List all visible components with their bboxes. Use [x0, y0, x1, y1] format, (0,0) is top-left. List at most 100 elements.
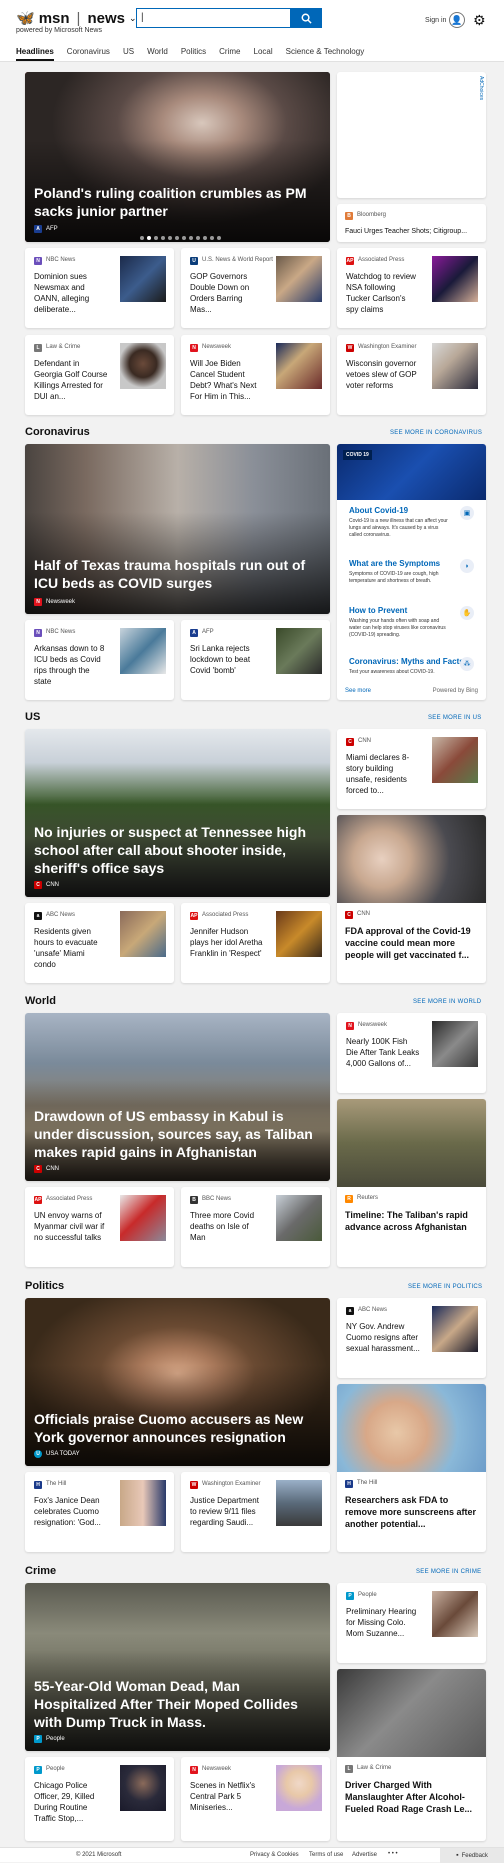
privacy-link[interactable]: Privacy & Cookies	[250, 1852, 299, 1858]
covid-info-item[interactable]: What are the Symptoms Symptoms of COVID-…	[343, 553, 480, 597]
ad-title[interactable]: Fauci Urges Teacher Shots; Citigroup...	[345, 228, 467, 235]
world-side-card[interactable]: N Newsweek Nearly 100K Fish Die After Tan…	[337, 1013, 486, 1093]
card-title[interactable]: Nearly 100K Fish Die After Tank Leaks 4,…	[346, 1036, 420, 1069]
card-title[interactable]: Arkansas down to 8 ICU beds as Covid rip…	[34, 643, 108, 687]
adchoices-tag[interactable]: AdChoices	[478, 76, 484, 100]
carousel-dot[interactable]	[217, 236, 221, 240]
see-more-us-link[interactable]: SEE MORE IN US	[428, 715, 482, 721]
nav-us[interactable]: US	[123, 47, 134, 61]
card-title[interactable]: Driver Charged With Manslaughter After A…	[345, 1779, 478, 1815]
us-side-card[interactable]: C CNN Miami declares 8-story building uns…	[337, 729, 486, 809]
carousel-dot-active[interactable]	[147, 236, 151, 240]
ad-story-card[interactable]: B Bloomberg Fauci Urges Teacher Shots; C…	[337, 204, 486, 242]
advertise-link[interactable]: Advertise	[352, 1852, 377, 1858]
msn-logo[interactable]: 🦋 msn | news ⌄	[16, 9, 137, 28]
covid-info-item[interactable]: About Covid-19 Covid-19 is a new illness…	[343, 500, 480, 550]
carousel-dot[interactable]	[168, 236, 172, 240]
coronavirus-hero-card[interactable]: Half of Texas trauma hospitals run out o…	[25, 444, 330, 614]
crime-tall-card[interactable]: L Law & Crime Driver Charged With Manslau…	[337, 1669, 486, 1841]
card-title[interactable]: Timeline: The Taliban's rapid advance ac…	[345, 1209, 478, 1233]
carousel-dot[interactable]	[154, 236, 158, 240]
card-title[interactable]: Watchdog to review NSA following Tucker …	[346, 271, 420, 315]
see-more-politics-link[interactable]: SEE MORE IN POLITICS	[408, 1284, 482, 1290]
card-title[interactable]: Three more Covid deaths on Isle of Man	[190, 1210, 264, 1243]
hero-title[interactable]: Drawdown of US embassy in Kabul is under…	[34, 1107, 320, 1161]
see-more-coronavirus-link[interactable]: SEE MORE IN CORONAVIRUS	[390, 430, 482, 436]
card-title[interactable]: Sri Lanka rejects lockdown to beat Covid…	[190, 643, 264, 676]
us-tall-card[interactable]: C CNN FDA approval of the Covid-19 vaccin…	[337, 815, 486, 983]
carousel-dot[interactable]	[175, 236, 179, 240]
card-title[interactable]: Jennifer Hudson plays her idol Aretha Fr…	[190, 926, 264, 959]
us-card[interactable]: AP Associated Press Jennifer Hudson plays…	[181, 903, 330, 983]
politics-side-card[interactable]: a ABC News NY Gov. Andrew Cuomo resigns a…	[337, 1298, 486, 1378]
crime-side-card[interactable]: P People Preliminary Hearing for Missing …	[337, 1583, 486, 1663]
carousel-dot[interactable]	[161, 236, 165, 240]
search-button[interactable]	[290, 8, 322, 28]
us-card[interactable]: a ABC News Residents given hours to evacu…	[25, 903, 174, 983]
crime-card[interactable]: P People Chicago Police Officer, 29, Kill…	[25, 1757, 174, 1841]
politics-tall-card[interactable]: H The Hill Researchers ask FDA to remove …	[337, 1384, 486, 1552]
card-title[interactable]: FDA approval of the Covid-19 vaccine cou…	[345, 925, 478, 961]
card-title[interactable]: Wisconsin governor vetoes slew of GOP vo…	[346, 358, 420, 391]
headline-card[interactable]: N NBC News Dominion sues Newsmax and OANN…	[25, 248, 174, 328]
nav-crime[interactable]: Crime	[219, 47, 240, 61]
hero-title[interactable]: Half of Texas trauma hospitals run out o…	[34, 556, 320, 592]
sign-in-link[interactable]: Sign in	[425, 17, 446, 24]
covid-info-item[interactable]: How to Prevent Washing your hands often …	[343, 600, 480, 648]
hero-title[interactable]: No injuries or suspect at Tennessee high…	[34, 823, 320, 877]
world-card[interactable]: B BBC News Three more Covid deaths on Isl…	[181, 1187, 330, 1267]
carousel-dot[interactable]	[182, 236, 186, 240]
covid-see-more-link[interactable]: See more	[345, 688, 371, 694]
politics-hero-card[interactable]: Officials praise Cuomo accusers as New Y…	[25, 1298, 330, 1466]
politics-card[interactable]: W Washington Examiner Justice Department …	[181, 1472, 330, 1552]
covid-item-title[interactable]: About Covid-19	[349, 506, 474, 515]
card-title[interactable]: Researchers ask FDA to remove more sunsc…	[345, 1494, 478, 1530]
carousel-dot[interactable]	[196, 236, 200, 240]
nav-world[interactable]: World	[147, 47, 168, 61]
card-title[interactable]: Dominion sues Newsmax and OANN, alleging…	[34, 271, 108, 315]
covid-info-item[interactable]: Coronavirus: Myths and Facts Test your a…	[343, 651, 480, 683]
world-card[interactable]: AP Associated Press UN envoy warns of Mya…	[25, 1187, 174, 1267]
card-title[interactable]: Chicago Police Officer, 29, Killed Durin…	[34, 1780, 108, 1824]
covid-item-title[interactable]: How to Prevent	[349, 606, 474, 615]
carousel-dot[interactable]	[210, 236, 214, 240]
card-title[interactable]: Preliminary Hearing for Missing Colo. Mo…	[346, 1606, 420, 1639]
carousel-dots[interactable]	[140, 236, 221, 240]
carousel-dot[interactable]	[203, 236, 207, 240]
card-title[interactable]: UN envoy warns of Myanmar civil war if n…	[34, 1210, 108, 1243]
us-hero-card[interactable]: No injuries or suspect at Tennessee high…	[25, 729, 330, 897]
politics-card[interactable]: H The Hill Fox's Janice Dean celebrates C…	[25, 1472, 174, 1552]
card-title[interactable]: GOP Governors Double Down on Orders Barr…	[190, 271, 264, 315]
see-more-crime-link[interactable]: SEE MORE IN CRIME	[416, 1569, 481, 1575]
nav-science-technology[interactable]: Science & Technology	[286, 47, 365, 61]
card-title[interactable]: Fox's Janice Dean celebrates Cuomo resig…	[34, 1495, 108, 1528]
headline-card[interactable]: AP Associated Press Watchdog to review NS…	[337, 248, 486, 328]
settings-gear-icon[interactable]: ⚙	[473, 12, 486, 29]
headline-card[interactable]: N Newsweek Will Joe Biden Cancel Student …	[181, 335, 330, 415]
covid-item-title[interactable]: What are the Symptoms	[349, 559, 474, 568]
terms-link[interactable]: Terms of use	[309, 1852, 343, 1858]
nav-local[interactable]: Local	[254, 47, 273, 61]
coronavirus-card[interactable]: N NBC News Arkansas down to 8 ICU beds as…	[25, 620, 174, 700]
hero-title[interactable]: Poland's ruling coalition crumbles as PM…	[34, 184, 320, 220]
nav-coronavirus[interactable]: Coronavirus	[67, 47, 110, 61]
card-title[interactable]: Will Joe Biden Cancel Student Debt? What…	[190, 358, 264, 402]
headlines-hero-card[interactable]: Poland's ruling coalition crumbles as PM…	[25, 72, 330, 242]
card-title[interactable]: Justice Department to review 9/11 files …	[190, 1495, 264, 1528]
hero-title[interactable]: 55-Year-Old Woman Dead, Man Hospitalized…	[34, 1677, 320, 1731]
coronavirus-card[interactable]: A AFP Sri Lanka rejects lockdown to beat …	[181, 620, 330, 700]
nav-headlines[interactable]: Headlines	[16, 47, 54, 61]
headline-card[interactable]: W Washington Examiner Wisconsin governor …	[337, 335, 486, 415]
carousel-dot[interactable]	[189, 236, 193, 240]
nav-politics[interactable]: Politics	[181, 47, 206, 61]
ad-slot[interactable]: AdChoices	[337, 72, 486, 198]
crime-card[interactable]: N Newsweek Scenes in Netflix's Central Pa…	[181, 1757, 330, 1841]
card-title[interactable]: Defendant in Georgia Golf Course Killing…	[34, 358, 108, 402]
see-more-world-link[interactable]: SEE MORE IN WORLD	[413, 999, 481, 1005]
headline-card[interactable]: U U.S. News & World Report GOP Governors …	[181, 248, 330, 328]
hero-title[interactable]: Officials praise Cuomo accusers as New Y…	[34, 1410, 320, 1446]
card-title[interactable]: Scenes in Netflix's Central Park 5 Minis…	[190, 1780, 264, 1813]
covid-item-title[interactable]: Coronavirus: Myths and Facts	[349, 657, 474, 666]
user-avatar-icon[interactable]: 👤	[449, 12, 465, 28]
card-title[interactable]: NY Gov. Andrew Cuomo resigns after sexua…	[346, 1321, 420, 1354]
